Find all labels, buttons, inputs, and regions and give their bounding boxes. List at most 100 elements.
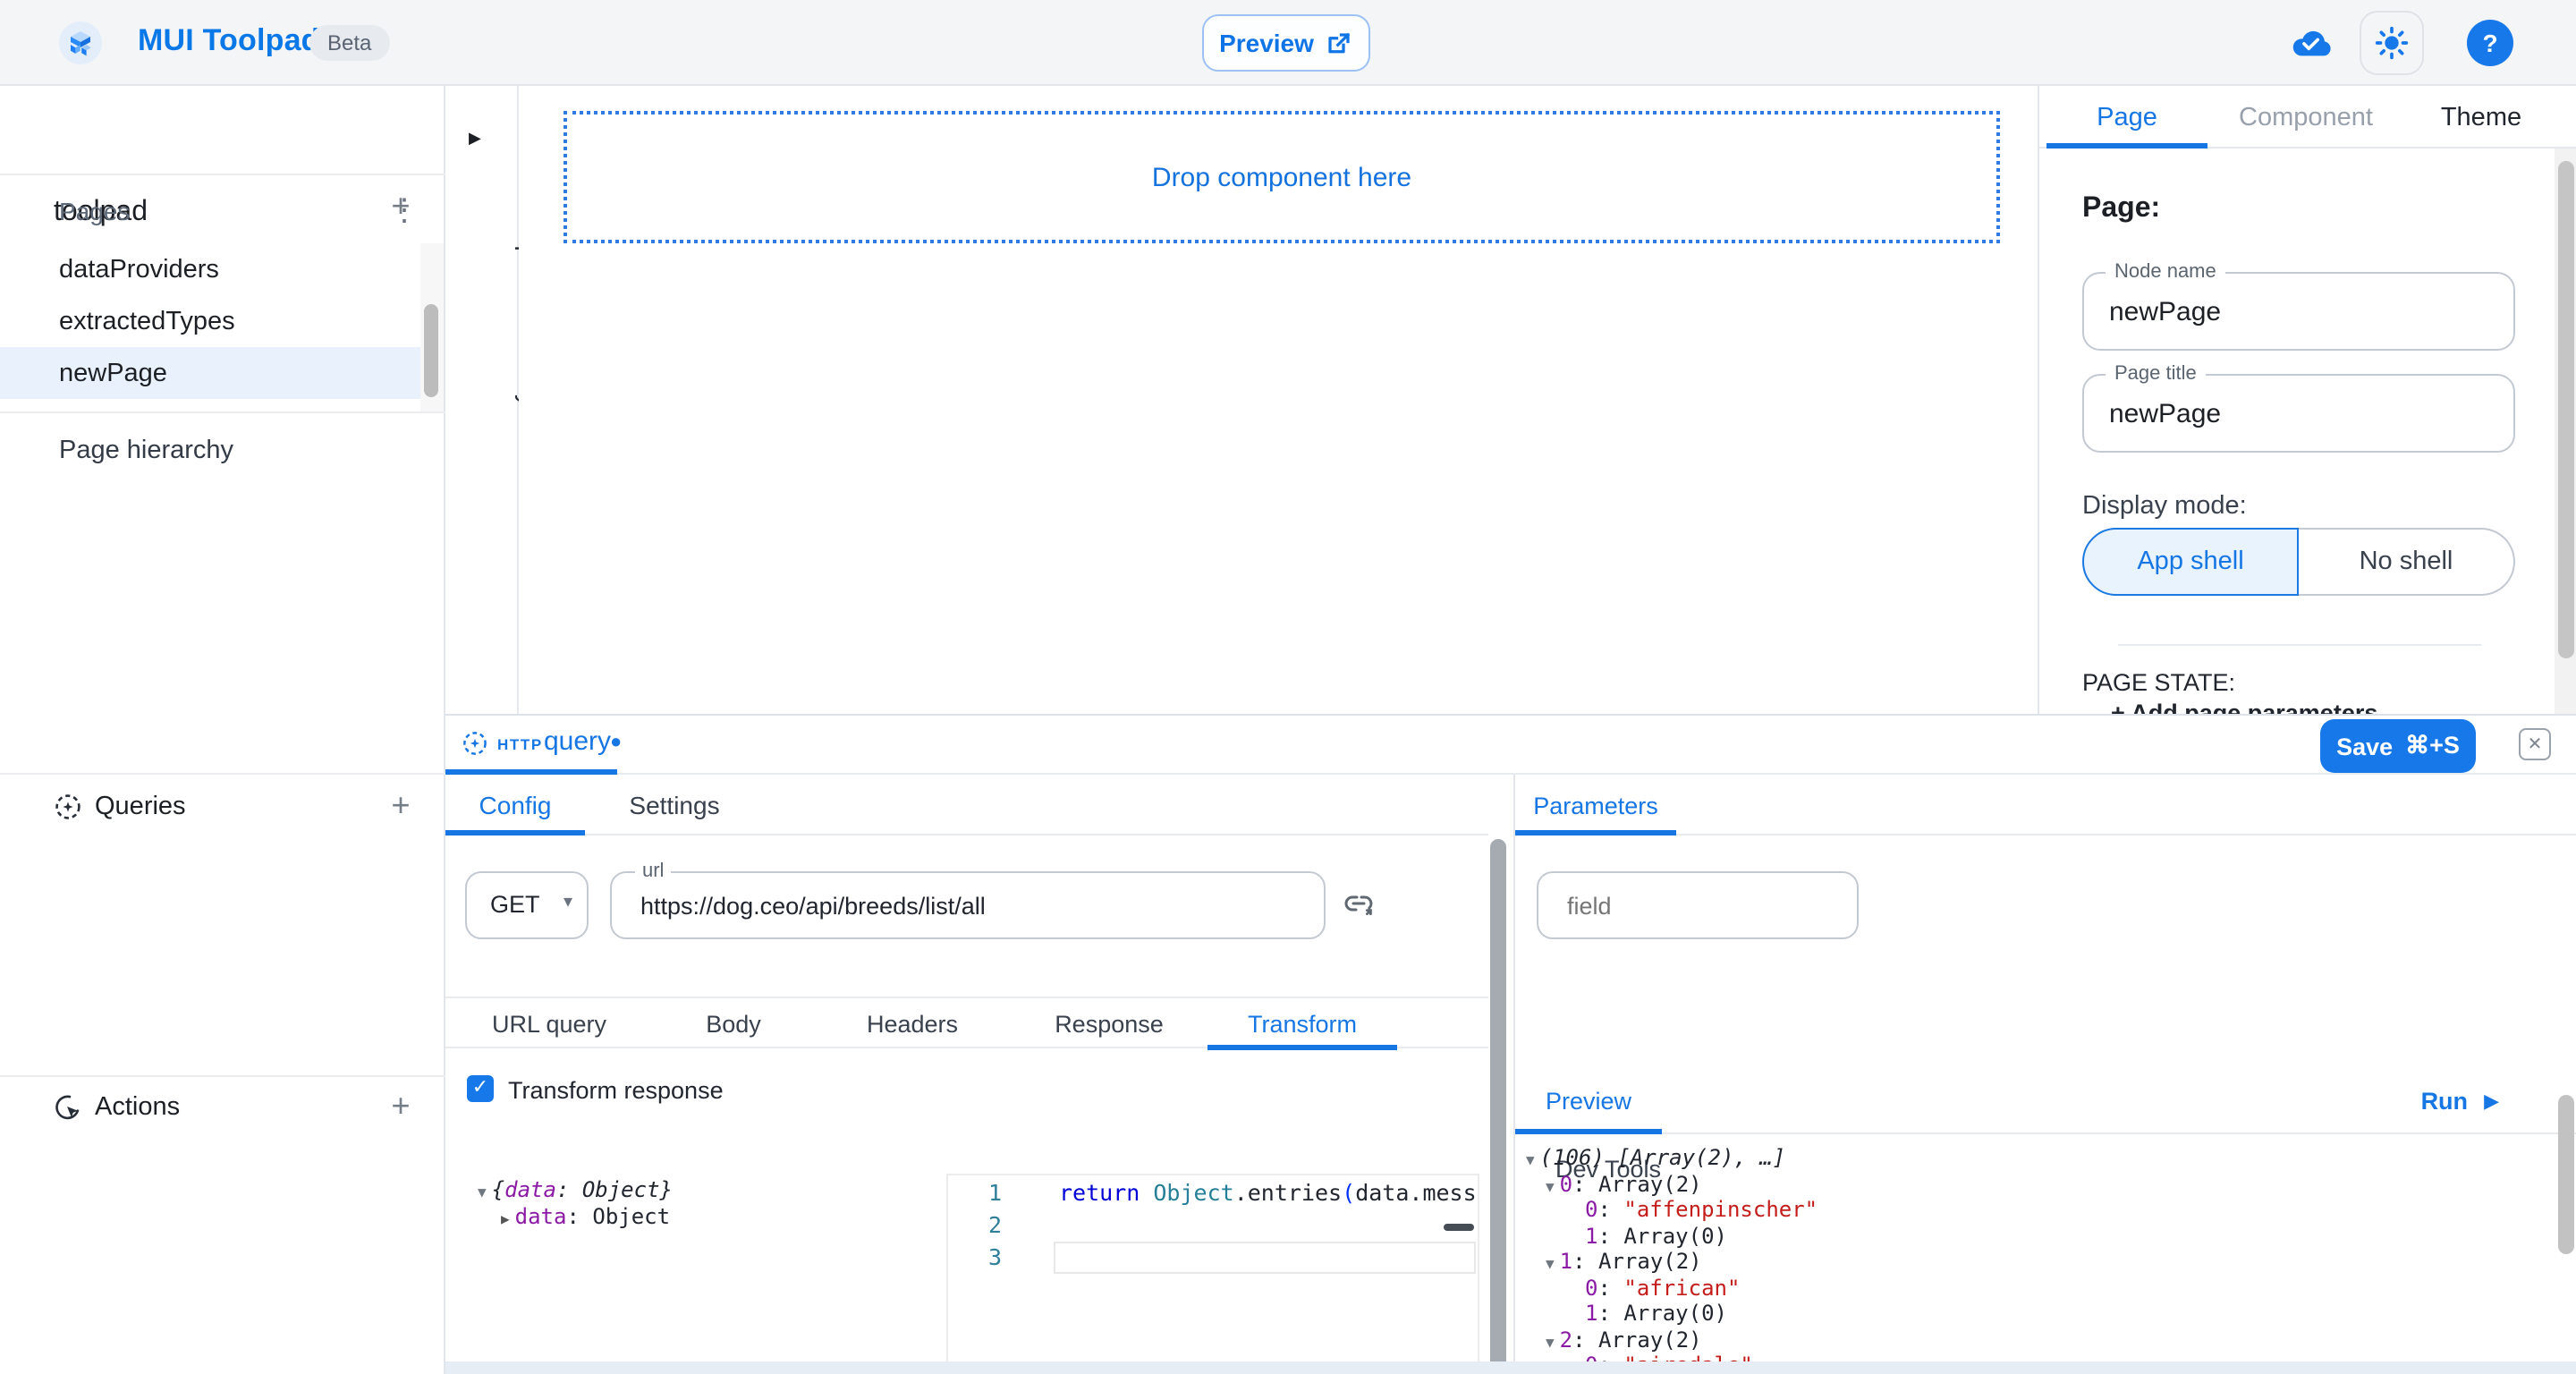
checkbox-checked-icon[interactable]: ✓ (467, 1075, 494, 1102)
query-editor-panel: HTTP query ● Save ⌘+S ✕ Config Settings … (445, 714, 2576, 1374)
save-button[interactable]: Save ⌘+S (2320, 719, 2476, 773)
node-name-field[interactable]: Node name (2082, 272, 2515, 351)
display-mode-toggle: App shell No shell (2082, 528, 2515, 596)
page-title-field[interactable]: Page title (2082, 374, 2515, 453)
queries-icon (54, 793, 82, 821)
tree-root-row[interactable]: ▼{data: Object} (478, 1177, 673, 1204)
add-page-button[interactable]: + (383, 190, 419, 225)
run-button[interactable]: Run ▶ (2421, 1066, 2499, 1134)
method-select[interactable]: GET ▾ (465, 871, 589, 939)
method-value: GET (490, 891, 540, 918)
url-input[interactable] (640, 873, 1302, 937)
transform-response-label: Transform response (508, 1077, 724, 1104)
line-number: 3 (948, 1242, 1002, 1274)
result-tabs: Preview Dev Tools Run ▶ (1515, 1066, 2576, 1134)
horizontal-scrollbar-track[interactable] (445, 1361, 2576, 1374)
add-query-button[interactable]: + (383, 789, 419, 825)
page-canvas: Drop component here (519, 86, 2038, 714)
tree-row[interactable]: 0: "affenpinscher" (1526, 1197, 1818, 1223)
sidebar-item-extractedtypes[interactable]: extractedTypes (0, 295, 420, 347)
tree-row[interactable]: 1: Array(0) (1526, 1301, 1818, 1327)
app-header: MUI Toolpad Beta Preview ? (0, 0, 2576, 86)
inspector-scrollbar-thumb[interactable] (2558, 161, 2574, 658)
help-button[interactable]: ? (2467, 20, 2513, 66)
drop-hint-text: Drop component here (1152, 162, 1411, 192)
page-heading: Page: (2082, 193, 2160, 225)
tab-transform[interactable]: Transform (1208, 998, 1397, 1050)
page-title-input[interactable] (2109, 376, 2485, 451)
url-field[interactable]: url (610, 871, 1326, 939)
add-page-parameters-button[interactable]: + Add page parameters (2111, 700, 2522, 714)
play-icon: ▶ (2484, 1089, 2499, 1112)
query-name-label: query (544, 726, 611, 757)
tab-response[interactable]: Response (1011, 998, 1208, 1050)
tree-row[interactable]: ▼1: Array(2) (1526, 1249, 1818, 1275)
tab-body[interactable]: Body (653, 998, 814, 1050)
chevron-down-icon: ▾ (564, 893, 572, 912)
tab-parameters[interactable]: Parameters (1515, 775, 1676, 835)
preview-button[interactable]: Preview (1202, 14, 1370, 72)
add-action-button[interactable]: + (383, 1090, 419, 1125)
tree-row[interactable]: 0: "african" (1526, 1275, 1818, 1301)
tree-open-icon[interactable]: ▼ (478, 1184, 487, 1200)
query-panel-header: HTTP query ● Save ⌘+S ✕ (445, 716, 2576, 775)
active-tab-indicator (1208, 1045, 1397, 1050)
tab-config[interactable]: Config (445, 775, 585, 835)
tree-closed-icon[interactable]: ▶ (501, 1211, 510, 1227)
node-name-input[interactable] (2109, 274, 2485, 349)
explorer-sidebar: toolpad ⋮ Pages + dataProviders extracte… (0, 86, 445, 1374)
actions-icon (54, 1093, 82, 1122)
inspector-scrollbar[interactable] (2555, 148, 2576, 714)
display-mode-label: Display mode: (2082, 492, 2247, 521)
tree-row[interactable]: 1: Array(0) (1526, 1223, 1818, 1249)
queries-section-label: Queries (95, 793, 186, 821)
close-panel-button[interactable]: ✕ (2519, 728, 2551, 760)
expand-library-icon[interactable]: ▶ (469, 129, 481, 148)
app-shell-button[interactable]: App shell (2082, 528, 2299, 596)
config-scrollbar-thumb[interactable] (1490, 839, 1506, 1374)
tree-row[interactable]: ▼(106) [Array(2), …] (1526, 1145, 1818, 1171)
page-hierarchy-label[interactable]: Page hierarchy (59, 437, 233, 465)
divider (0, 174, 445, 175)
divider (0, 1075, 445, 1077)
editor-selection-mark (1444, 1224, 1474, 1230)
active-tab-indicator (1515, 1129, 1662, 1134)
active-tab-indicator (2046, 143, 2207, 148)
tab-url-query[interactable]: URL query (445, 998, 653, 1050)
parameters-section: Parameters Preview Dev Tools Run ▶ ▼(106… (1513, 775, 2576, 1374)
toolpad-logo-icon (59, 21, 102, 64)
transform-code-editor[interactable]: 1 2 3 return Object.entries(data.messag (946, 1174, 1479, 1374)
tree-row[interactable]: ▼2: Array(2) (1526, 1327, 1818, 1353)
tab-component[interactable]: Component (2207, 86, 2404, 148)
divider (2118, 644, 2481, 646)
drop-zone[interactable]: Drop component here (564, 111, 2000, 243)
sidebar-item-newpage[interactable]: newPage (0, 347, 420, 399)
no-shell-button[interactable]: No shell (2299, 528, 2515, 596)
sidebar-item-dataproviders[interactable]: dataProviders (0, 243, 420, 295)
input-json-tree: ▼{data: Object} ▶data: Object (478, 1177, 673, 1231)
app-title: MUI Toolpad (138, 23, 320, 59)
question-mark-icon: ? (2482, 29, 2497, 57)
tree-child-row[interactable]: ▶data: Object (478, 1204, 673, 1231)
parameter-name-input[interactable] (1567, 873, 1835, 937)
http-kind-label: HTTP (497, 735, 543, 753)
preview-scrollbar-thumb[interactable] (2558, 1095, 2574, 1254)
line-number: 1 (948, 1177, 1002, 1209)
code-line-1: return Object.entries(data.messag (1059, 1177, 1478, 1209)
tree-row[interactable]: ▼0: Array(2) (1526, 1171, 1818, 1197)
sun-icon (2374, 25, 2410, 61)
tab-preview[interactable]: Preview (1515, 1066, 1662, 1134)
bind-link-icon[interactable] (1342, 887, 1376, 921)
pages-scrollbar[interactable] (420, 243, 444, 411)
actions-section-label: Actions (95, 1093, 180, 1122)
toolpad-app: MUI Toolpad Beta Preview ? (0, 0, 2576, 1374)
beta-badge: Beta (309, 25, 389, 61)
tab-page[interactable]: Page (2046, 86, 2207, 148)
tab-settings[interactable]: Settings (585, 775, 764, 835)
tab-http-query[interactable]: HTTP query ● (445, 716, 617, 775)
tab-theme[interactable]: Theme (2404, 86, 2558, 148)
parameter-name-field[interactable] (1537, 871, 1859, 939)
tab-headers[interactable]: Headers (814, 998, 1011, 1050)
pages-scrollbar-thumb[interactable] (424, 304, 438, 397)
theme-toggle-button[interactable] (2360, 11, 2424, 75)
